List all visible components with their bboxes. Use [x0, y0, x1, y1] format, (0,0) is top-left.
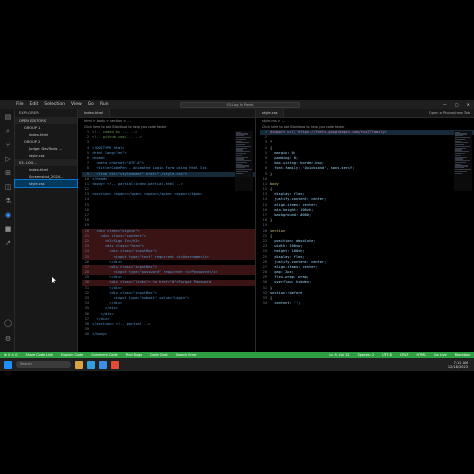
editor-tabs: index.html [78, 109, 255, 118]
tab-style-css[interactable]: style.css [256, 109, 285, 117]
clock-date: 12/18/2023 [447, 364, 468, 369]
code-editor-html[interactable]: 1 <!-- coded by ... --> 2 <!-- github.com/.… [78, 130, 255, 338]
code-editor-css[interactable]: 1 @import url('https://fonts.googleapis.c… [256, 130, 474, 306]
menu-selection[interactable]: Selection [44, 102, 65, 107]
line-text: @import url('https://fonts.googleapis.co… [270, 130, 387, 134]
status-language[interactable]: HTML [413, 353, 430, 357]
code-line[interactable]: 34 content: ''; [260, 301, 474, 306]
tab-index-html[interactable]: index.html [78, 109, 111, 117]
blackbox-icon[interactable]: ■ [4, 225, 12, 233]
code-line[interactable]: 40 </body> [82, 332, 255, 337]
minimap-2[interactable] [454, 131, 472, 191]
line-text: <!-- github.com/... --> [92, 135, 142, 140]
file-screenshot[interactable]: Screenshot_2024... [15, 173, 77, 180]
line-text: <body> <!-- partial:index.partial.html -… [92, 181, 183, 186]
live-share-icon[interactable]: ↗ [4, 239, 12, 247]
line-text: section [270, 228, 286, 233]
status-find-bugs[interactable]: Find Bugs [122, 353, 146, 357]
line-text: content: ''; [270, 301, 301, 306]
status-encoding[interactable]: UTF-8 [378, 353, 396, 357]
file-explorer-icon[interactable] [75, 360, 83, 369]
maximize-icon[interactable]: ▢ [455, 102, 459, 107]
line-text: font-family: 'Quicksand', sans-serif; [270, 166, 355, 171]
status-explain-code[interactable]: Explain Code [57, 353, 87, 357]
extensions-icon[interactable]: ⊞ [4, 169, 12, 177]
minimize-icon[interactable]: — [443, 102, 447, 107]
explorer-sidebar: EXPLORER OPEN EDITORS GROUP 1 index.html… [14, 109, 78, 361]
group-2-label[interactable]: GROUP 2 [15, 138, 77, 145]
minimap[interactable] [235, 131, 253, 191]
windows-taskbar: Search 7:12 AM 12/18/2023 [0, 358, 474, 371]
line-number: 34 [262, 301, 267, 306]
testing-icon[interactable]: ⚗ [4, 197, 12, 205]
remote-explorer-icon[interactable]: ◫ [4, 183, 12, 191]
account-icon[interactable]: ◯ [4, 319, 12, 327]
file-index-html[interactable]: index.html [15, 166, 77, 173]
chrome-icon[interactable] [111, 360, 119, 369]
search-icon[interactable]: ⌕ [4, 127, 12, 135]
line-text: <section> <span></span> <span></span> <s… [92, 192, 203, 197]
line-number: 40 [84, 332, 89, 337]
file-style-css[interactable]: style.css [14, 179, 78, 188]
menu-edit[interactable]: Edit [30, 102, 39, 107]
vscode-window: File Edit Selection View Go Run 03-Log I… [0, 100, 474, 371]
line-text: </body> [92, 332, 108, 337]
status-right: Ln 9, Col 32 Spaces: 2 UTF-8 CRLF HTML G… [325, 353, 474, 357]
source-control-icon[interactable]: ⑂ [4, 141, 12, 149]
edge-devtools-icon[interactable]: ◉ [4, 211, 12, 219]
menu-run[interactable]: Run [100, 102, 109, 107]
gear-icon[interactable]: ⚙ [4, 335, 12, 343]
open-editors-section[interactable]: OPEN EDITORS [15, 117, 77, 124]
title-bar: File Edit Selection View Go Run 03-Log I… [0, 100, 474, 109]
vscode-taskbar-icon[interactable] [99, 360, 107, 369]
status-blackbox[interactable]: Blackbox [451, 353, 474, 357]
project-folder[interactable]: 03. LOG... [15, 159, 77, 166]
system-tray-clock[interactable]: 7:12 AM 12/18/2023 [448, 361, 468, 369]
explorer-icon[interactable]: ▤ [4, 113, 12, 121]
open-editor-index[interactable]: index.html [15, 131, 77, 138]
window-controls: — ▢ ✕ [443, 102, 470, 107]
status-problems[interactable]: ⊗ 0 ⚠ 0 [0, 353, 21, 357]
taskbar-search[interactable]: Search [16, 361, 71, 368]
line-text: section::before [270, 290, 303, 295]
activity-bar: ▤ ⌕ ⑂ ▷ ⊞ ◫ ⚗ ◉ ■ ↗ ◯ ⚙ [0, 109, 15, 361]
menu-view[interactable]: View [71, 102, 82, 107]
status-eol[interactable]: CRLF [396, 353, 413, 357]
status-search-error[interactable]: Search Error [172, 353, 201, 357]
menu-bar: File Edit Selection View Go Run [16, 102, 109, 107]
open-editor-style[interactable]: style.css [15, 152, 77, 159]
command-center-search[interactable]: 03-Log In Panel [180, 102, 300, 108]
menu-go[interactable]: Go [88, 102, 94, 107]
edge-icon[interactable] [87, 360, 95, 369]
editor-tabs-2: style.css Open a Phone/new Tab [256, 109, 474, 118]
windows-start-icon[interactable] [4, 360, 12, 369]
editor-group-2: style.css Open a Phone/new Tab style.css… [256, 109, 474, 361]
menu-file[interactable]: File [16, 102, 24, 107]
line-text: } [270, 218, 273, 223]
editor-group-1: index.html html > body > section > ... C… [78, 109, 256, 361]
status-indent[interactable]: Spaces: 2 [354, 353, 378, 357]
status-code-chat[interactable]: Code Chat [146, 353, 172, 357]
line-text: </section> <!-- partial --> [92, 321, 151, 326]
explorer-header: EXPLORER [19, 111, 39, 115]
line-text: } [270, 171, 273, 176]
status-cursor-pos[interactable]: Ln 9, Col 32 [325, 353, 353, 357]
editor-actions[interactable]: Open a Phone/new Tab [429, 109, 474, 117]
status-go-live[interactable]: Go Live [430, 353, 451, 357]
open-editor-devtools[interactable]: Judge: DevTools ... [15, 145, 77, 152]
status-share-code[interactable]: Share Code Link [21, 353, 57, 357]
run-debug-icon[interactable]: ▷ [4, 155, 12, 163]
line-text: background: #000; [270, 213, 312, 217]
group-1-label[interactable]: GROUP 1 [15, 124, 77, 131]
status-comment-code[interactable]: Comment Code [87, 353, 121, 357]
close-icon[interactable]: ✕ [467, 102, 470, 107]
line-text: overflow: hidden; [270, 280, 312, 285]
